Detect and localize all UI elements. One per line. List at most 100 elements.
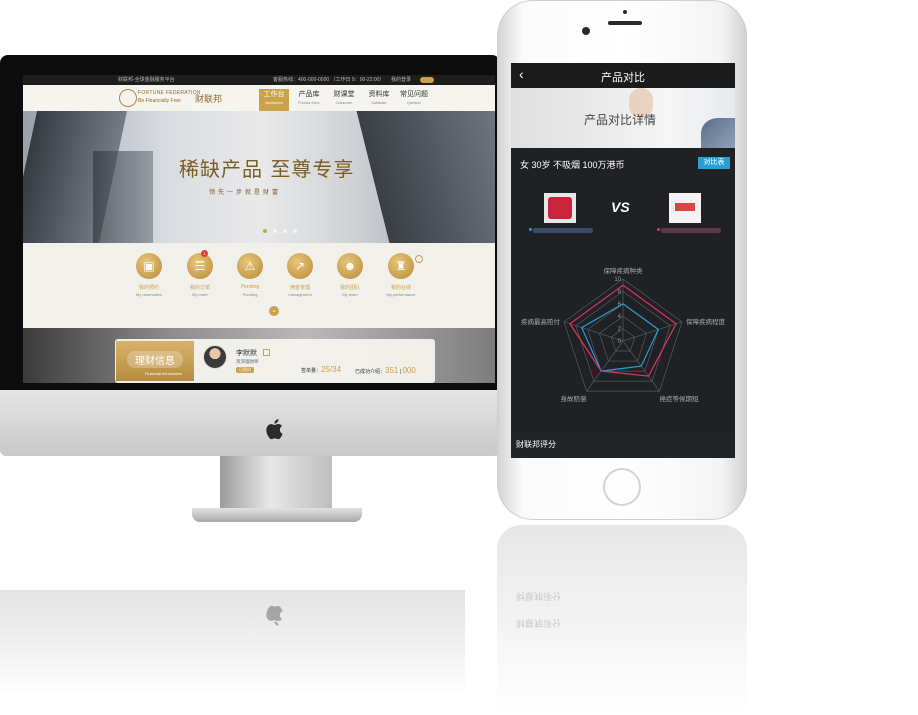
nav-en: Classroom bbox=[335, 101, 353, 105]
logo-cn[interactable]: 财联邦 bbox=[195, 92, 222, 105]
logo-en-line2: Be Financially Free bbox=[138, 98, 181, 104]
mobile-banner-title: 产品对比详情 bbox=[584, 113, 657, 127]
feature-row: ▣ 我的预约 My reservation ☰ 我的订单 My order ⚠ … bbox=[23, 243, 495, 328]
nav-faq[interactable]: 常见问题 Question bbox=[399, 89, 429, 111]
order-icon[interactable]: ☰ bbox=[187, 253, 213, 279]
radar-axis-label: 癌症等候期短 bbox=[659, 394, 699, 403]
feature-label[interactable]: 佣金管理 bbox=[275, 284, 325, 291]
feature-label-en: My reservation bbox=[135, 292, 163, 297]
earpiece-speaker bbox=[608, 21, 642, 25]
team-icon[interactable]: ☻ bbox=[337, 253, 363, 279]
feature-label-en: Pending bbox=[242, 292, 258, 297]
referral-stat-tail: 000 bbox=[402, 366, 416, 375]
building-right bbox=[356, 111, 495, 243]
imac-stand bbox=[220, 456, 332, 511]
feature-label-en: My team bbox=[342, 292, 358, 297]
financial-info-title: 理财信息 bbox=[127, 351, 183, 368]
radar-axis-label: 疾病最高赔付 bbox=[521, 317, 561, 326]
feature-label-en: My performance bbox=[386, 292, 416, 297]
nav-label: 常见问题 bbox=[400, 91, 428, 98]
nav-label: 工作台 bbox=[263, 91, 285, 98]
nav-database[interactable]: 资料库 Database bbox=[364, 89, 394, 111]
imac-chin bbox=[0, 390, 500, 456]
main-nav: FORTUNE FEDERATION Be Financially Free 财… bbox=[23, 85, 495, 112]
reservation-icon[interactable]: ▣ bbox=[136, 253, 162, 279]
nav-en: Workbench bbox=[265, 101, 283, 105]
logo-emblem-icon bbox=[119, 89, 137, 107]
orders-stat-label: 签单量： bbox=[301, 368, 322, 374]
carousel-dot[interactable] bbox=[283, 229, 287, 233]
referral-stat-label: 已成功介绍： bbox=[355, 369, 386, 375]
feature-label[interactable]: 我的预约 bbox=[124, 284, 174, 291]
login-link[interactable]: 我的登录 bbox=[391, 75, 411, 85]
radar-axis-label: 保障疾病种类 bbox=[604, 266, 644, 275]
product-a-name bbox=[529, 228, 593, 233]
apple-logo-reflection-icon bbox=[266, 605, 283, 626]
radar-chart: 1086420保障疾病种类保障疾病程度癌症等候期短身故赔偿疾病最高赔付 bbox=[521, 266, 726, 403]
orders-stat-value: 25/34 bbox=[321, 365, 342, 374]
advisor-name: 李默默 bbox=[236, 350, 257, 357]
imac-base bbox=[192, 508, 362, 522]
feature-label-en: My order bbox=[192, 292, 208, 297]
edit-icon[interactable] bbox=[263, 349, 270, 356]
radar-tick-label: 10 bbox=[614, 277, 621, 283]
product-a-logo[interactable] bbox=[544, 193, 576, 223]
feature-label[interactable]: 我的业绩 bbox=[376, 284, 426, 291]
feature-label[interactable]: 我的团队 bbox=[325, 284, 375, 291]
bowtie-image bbox=[701, 118, 735, 148]
nav-en: Database bbox=[371, 101, 387, 105]
orders-stat: 签单量：25/34 bbox=[301, 365, 341, 374]
financial-info-subtitle: Financial information bbox=[145, 371, 182, 376]
mobile-screen: ‹ 产品对比 产品对比详情 女 30岁 不吸烟 100万港币 对比表 VS 10… bbox=[511, 63, 735, 458]
chevron-down-icon[interactable]: ⌄ bbox=[269, 306, 279, 316]
desktop-screen: 财联邦-全球金融服务平台 客服热线：400-000-0000 （工作日 9：00… bbox=[23, 75, 495, 383]
settings-gear-icon[interactable] bbox=[415, 255, 423, 263]
feature-label[interactable]: Pending bbox=[225, 284, 275, 290]
order-count-badge: 1 bbox=[201, 250, 208, 257]
banner-subtitle: 领先一步就是财富 bbox=[209, 190, 282, 196]
platform-tagline: 财联邦-全球金融服务平台 bbox=[118, 77, 175, 83]
nav-label: 财课堂 bbox=[333, 91, 355, 98]
product-b-logo[interactable] bbox=[669, 193, 701, 223]
hero-banner: 稀缺产品 至尊专享 领先一步就是财富 bbox=[23, 111, 495, 243]
commission-icon[interactable]: ↗ bbox=[287, 253, 313, 279]
vs-label: VS bbox=[611, 199, 630, 215]
cart-icon[interactable] bbox=[420, 77, 434, 83]
mobile-footer-title: 财联邦评分 bbox=[516, 440, 556, 449]
nav-en: Product Store bbox=[298, 101, 320, 105]
feature-label-en: management bbox=[288, 292, 312, 297]
advisor-role: 资深理财师 bbox=[236, 359, 259, 364]
performance-icon[interactable]: ♜ bbox=[388, 253, 414, 279]
feature-label[interactable]: 我的订单 bbox=[175, 284, 225, 291]
reflection-footer-title-2: 财联邦评分 bbox=[516, 618, 562, 628]
referral-stat: 已成功介绍：351 | 000 bbox=[355, 366, 416, 375]
nav-classroom[interactable]: 财课堂 Classroom bbox=[329, 89, 359, 111]
carousel-dot[interactable] bbox=[273, 229, 277, 233]
nav-label: 资料库 bbox=[368, 91, 390, 98]
nav-workbench[interactable]: 工作台 Workbench bbox=[259, 89, 289, 111]
radar-axis-line bbox=[586, 340, 624, 392]
hotline-text: 客服热线：400-000-0000 （工作日 9：00-22:00） bbox=[273, 77, 385, 83]
radar-axis-line bbox=[563, 321, 624, 342]
carousel-dot[interactable] bbox=[263, 229, 267, 233]
pending-icon[interactable]: ⚠ bbox=[237, 253, 263, 279]
home-button[interactable] bbox=[603, 468, 641, 506]
logo-en-line1: FORTUNE FEDERATION bbox=[138, 90, 201, 96]
reflection-footer-title: 财联邦评分 bbox=[516, 591, 562, 601]
nav-en: Question bbox=[406, 101, 421, 105]
carousel-dot[interactable] bbox=[293, 229, 297, 233]
banner-title: 稀缺产品 至尊专享 bbox=[179, 157, 355, 181]
product-b-name bbox=[657, 228, 721, 233]
apple-logo-icon bbox=[266, 419, 283, 440]
building-left-2 bbox=[93, 151, 153, 243]
advisor-avatar bbox=[203, 345, 227, 369]
proximity-sensor bbox=[623, 10, 627, 14]
nav-products[interactable]: 产品库 Product Store bbox=[294, 89, 324, 111]
referral-stat-value: 351 bbox=[385, 366, 399, 375]
advisor-status-button[interactable]: 已签约 bbox=[236, 367, 254, 373]
nav-label: 产品库 bbox=[298, 91, 320, 98]
top-utility-bar: 财联邦-全球金融服务平台 客服热线：400-000-0000 （工作日 9：00… bbox=[23, 75, 495, 85]
compare-table-button[interactable]: 对比表 bbox=[698, 157, 730, 169]
radar-axis-label: 保障疾病程度 bbox=[686, 317, 726, 326]
profile-summary: 女 30岁 不吸烟 100万港币 bbox=[520, 160, 625, 170]
